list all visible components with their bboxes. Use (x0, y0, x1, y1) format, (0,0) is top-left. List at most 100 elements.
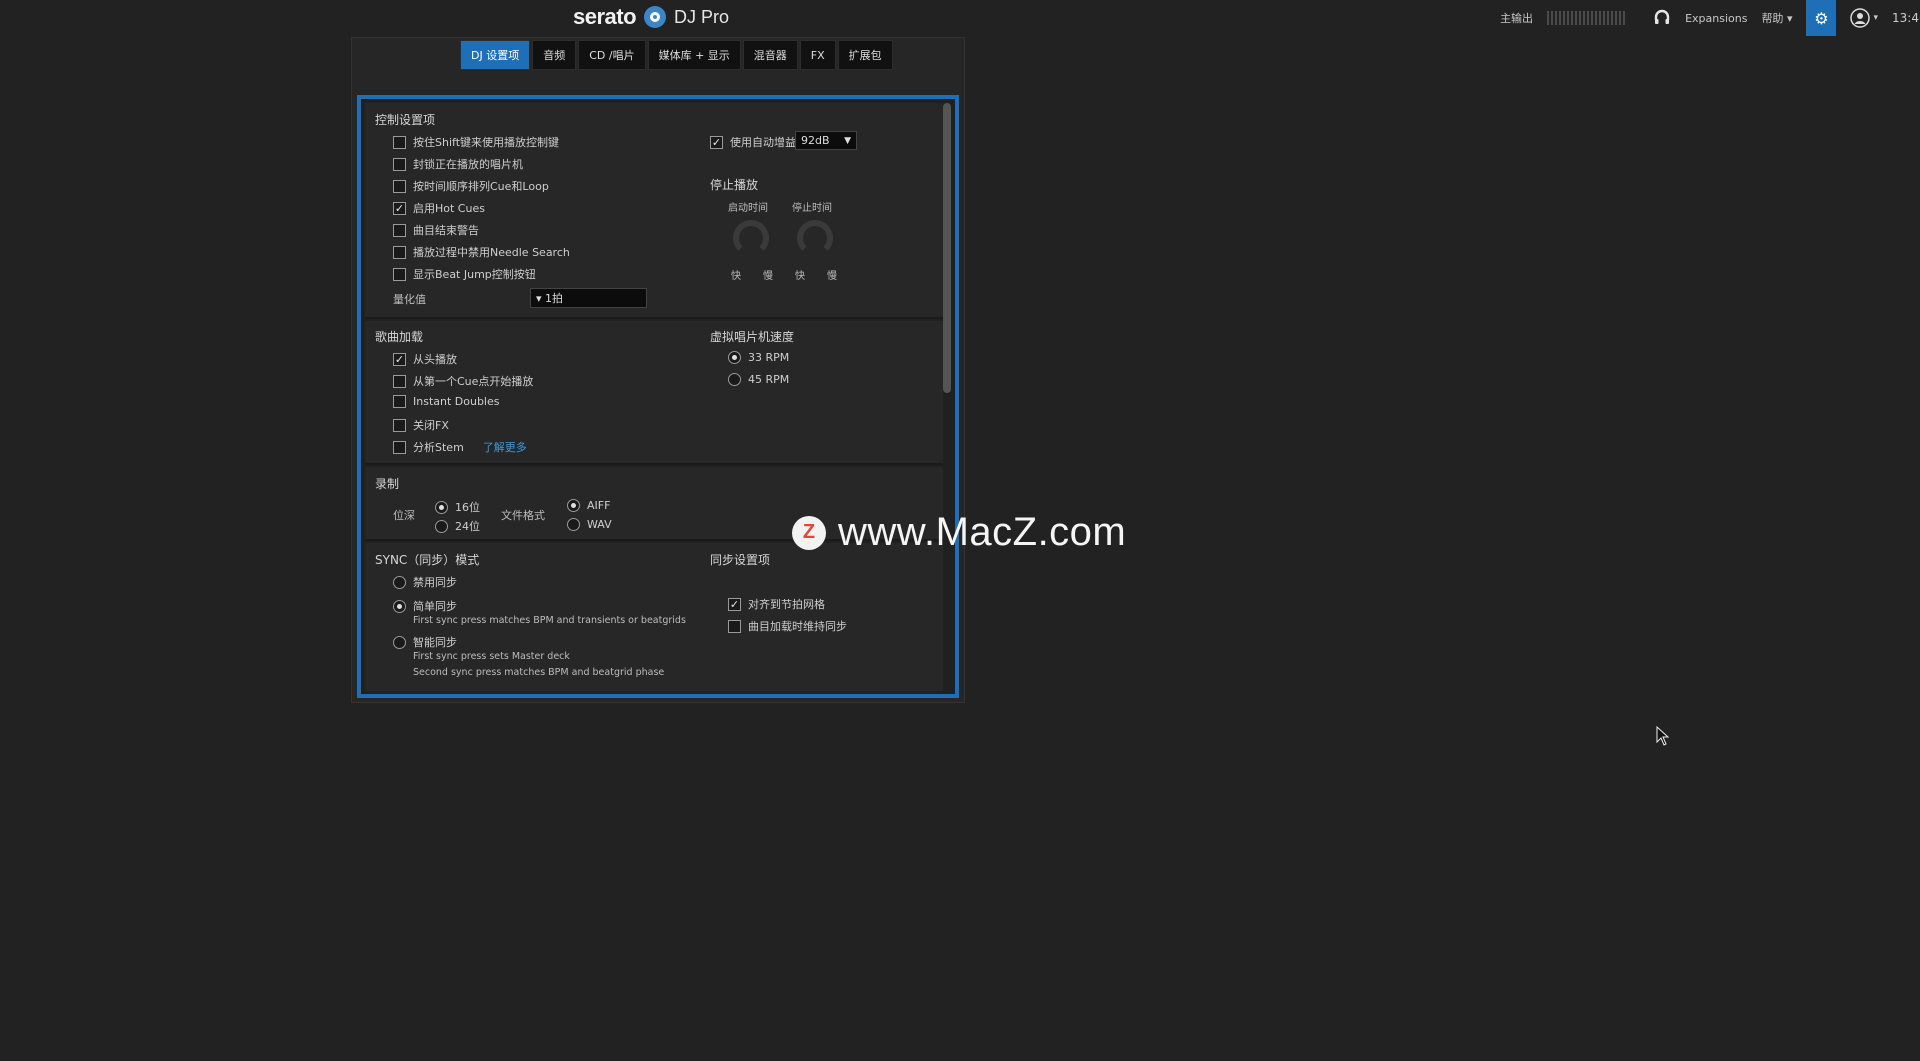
radio-selected[interactable] (435, 500, 448, 514)
option-aiff[interactable]: AIFF (567, 499, 610, 512)
option-play-from-first-cue[interactable]: 从第一个Cue点开始播放 (393, 373, 533, 389)
checkbox[interactable] (393, 157, 406, 171)
start-fast-label: 快 (731, 271, 741, 282)
tab-dj-preferences[interactable]: DJ 设置项 (460, 40, 531, 70)
option-simple-sync[interactable]: 简单同步 (393, 598, 457, 614)
radio[interactable] (393, 575, 406, 589)
option-disable-needle-search[interactable]: 播放过程中禁用Needle Search (393, 244, 570, 260)
checkbox[interactable] (393, 440, 406, 454)
vinyl-speed-title: 虚拟唱片机速度 (710, 330, 795, 344)
tab-mixer[interactable]: 混音器 (742, 40, 798, 70)
option-snap-to-beatgrid[interactable]: ✓ 对齐到节拍网格 (728, 596, 825, 612)
option-enable-hot-cues[interactable]: ✓ 启用Hot Cues (393, 200, 485, 216)
tab-fx[interactable]: FX (799, 40, 836, 70)
option-analyze-stem[interactable]: 分析Stem 了解更多 (393, 439, 527, 455)
controls-section: 控制设置项 按住Shift键来使用播放控制键 封锁正在播放的唱片机 按时间顺序排… (365, 103, 943, 319)
tab-audio[interactable]: 音频 (532, 40, 577, 70)
checkbox[interactable] (728, 619, 741, 633)
learn-more-link[interactable]: 了解更多 (483, 439, 527, 455)
radio-selected[interactable] (728, 351, 741, 364)
option-track-end-warning[interactable]: 曲目结束警告 (393, 222, 479, 238)
checkbox-checked[interactable]: ✓ (728, 597, 741, 611)
option-sync-off[interactable]: 禁用同步 (393, 574, 457, 590)
panel-scrollbar[interactable] (943, 103, 951, 393)
stop-time-knob[interactable] (797, 220, 833, 256)
option-instant-doubles[interactable]: Instant Doubles (393, 395, 500, 408)
dj-preferences-panel: 控制设置项 按住Shift键来使用播放控制键 封锁正在播放的唱片机 按时间顺序排… (357, 95, 959, 698)
start-time-knob[interactable] (733, 220, 769, 256)
option-shift-play-controls[interactable]: 按住Shift键来使用播放控制键 (393, 134, 559, 150)
checkbox[interactable] (393, 245, 406, 259)
option-wav[interactable]: WAV (567, 518, 612, 531)
option-33-rpm[interactable]: 33 RPM (728, 351, 789, 364)
option-turn-off-fx[interactable]: 关闭FX (393, 417, 449, 433)
checkbox[interactable] (393, 374, 406, 388)
output-level-meter (1547, 11, 1626, 25)
checkbox[interactable] (393, 395, 406, 408)
headphones-icon[interactable] (1653, 8, 1671, 29)
track-load-section: 歌曲加载 ✓ 从头播放 从第一个Cue点开始播放 Instant Doubles … (365, 321, 943, 465)
watermark-text: www.MacZ.com (838, 510, 1127, 554)
file-format-label: 文件格式 (501, 509, 545, 522)
user-avatar-icon (1850, 8, 1871, 28)
track-load-title: 歌曲加载 (375, 330, 424, 344)
checkbox-checked[interactable]: ✓ (393, 352, 406, 366)
settings-tabs: DJ 设置项 音频 CD /唱片 媒体库 + 显示 混音器 FX 扩展包 (460, 40, 893, 70)
tab-cd-vinyl[interactable]: CD /唱片 (578, 40, 646, 70)
logo-serato-text: serato (573, 4, 637, 29)
option-play-from-start[interactable]: ✓ 从头播放 (393, 351, 457, 367)
checkbox[interactable] (393, 135, 406, 149)
option-show-beat-jump[interactable]: 显示Beat Jump控制按钮 (393, 266, 536, 282)
top-right-controls: 主输出 Expansions 帮助 ▾ ⚙ ▾ 13:46 (1500, 0, 1920, 36)
help-menu-button[interactable]: 帮助 ▾ (1761, 10, 1792, 26)
start-slow-label: 慢 (763, 271, 773, 282)
serato-emblem-icon (644, 6, 667, 28)
start-time-label: 启动时间 (728, 203, 768, 214)
settings-gear-button[interactable]: ⚙ (1806, 0, 1837, 36)
radio-selected[interactable] (393, 599, 406, 613)
checkbox[interactable] (393, 223, 406, 237)
checkbox-checked[interactable]: ✓ (710, 135, 723, 149)
bit-depth-label: 位深 (393, 509, 415, 522)
checkbox-checked[interactable]: ✓ (393, 201, 406, 215)
option-smart-sync[interactable]: 智能同步 (393, 634, 457, 650)
dropdown-arrow-icon: ▼ (844, 135, 851, 146)
radio-selected[interactable] (567, 499, 580, 512)
expansions-button[interactable]: Expansions (1685, 12, 1747, 25)
quantize-label: 量化值 (393, 293, 426, 306)
auto-gain-select[interactable]: 92dB ▼ (795, 131, 857, 150)
stop-time-label: 停止时间 (792, 203, 832, 214)
checkbox[interactable] (393, 179, 406, 193)
quantize-select[interactable]: ▾ 1拍 (530, 288, 647, 308)
user-account-button[interactable]: ▾ (1850, 8, 1878, 28)
option-lock-playing-deck[interactable]: 封锁正在播放的唱片机 (393, 156, 523, 172)
chevron-down-icon: ▾ (1786, 12, 1793, 25)
option-45-rpm[interactable]: 45 RPM (728, 373, 789, 386)
stop-fast-label: 快 (795, 271, 805, 282)
radio[interactable] (393, 635, 406, 649)
chevron-down-icon: ▾ (1873, 13, 1878, 23)
main-output-label: 主输出 (1500, 12, 1534, 25)
recording-title: 录制 (375, 477, 400, 491)
option-sort-cues-loops[interactable]: 按时间顺序排列Cue和Loop (393, 178, 549, 194)
simple-sync-description: First sync press matches BPM and transie… (413, 615, 686, 626)
controls-title: 控制设置项 (375, 113, 436, 127)
tab-library-display[interactable]: 媒体库 + 显示 (647, 40, 741, 70)
gear-icon: ⚙ (1814, 8, 1829, 28)
serato-logo: serato DJ Pro (573, 4, 729, 30)
smart-sync-description-1: First sync press sets Master deck (413, 651, 570, 662)
smart-sync-description-2: Second sync press matches BPM and beatgr… (413, 667, 665, 678)
radio[interactable] (567, 518, 580, 531)
radio[interactable] (435, 519, 448, 533)
sync-settings-title: 同步设置项 (710, 553, 771, 567)
option-keep-sync-on-load[interactable]: 曲目加载时维持同步 (728, 618, 847, 634)
checkbox[interactable] (393, 267, 406, 281)
logo-djpro-text: DJ Pro (674, 6, 730, 27)
option-24-bit[interactable]: 24位 (435, 518, 480, 534)
option-auto-gain[interactable]: ✓ 使用自动增益 (710, 134, 796, 150)
radio[interactable] (728, 373, 741, 386)
option-16-bit[interactable]: 16位 (435, 499, 480, 515)
tab-expansions[interactable]: 扩展包 (837, 40, 893, 70)
checkbox[interactable] (393, 418, 406, 432)
help-label: 帮助 (1761, 12, 1784, 25)
